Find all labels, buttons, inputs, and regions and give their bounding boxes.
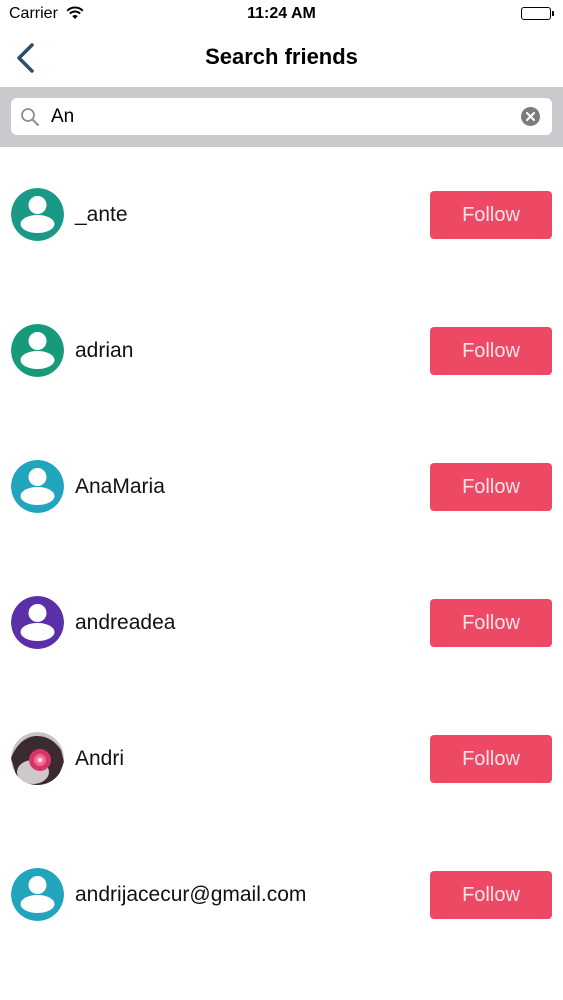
battery-icon	[521, 7, 554, 20]
avatar[interactable]	[11, 868, 64, 921]
page-title: Search friends	[205, 44, 358, 69]
user-silhouette-icon	[11, 324, 64, 377]
status-time: 11:24 AM	[247, 5, 316, 22]
list-item: _ante Follow	[0, 147, 563, 283]
clear-search-button[interactable]	[521, 107, 540, 126]
username: adrian	[75, 339, 134, 362]
results-list: _ante Follow adrian Follow AnaMaria Foll…	[0, 147, 563, 963]
list-item: andreadea Follow	[0, 555, 563, 691]
username: AnaMaria	[75, 475, 165, 498]
search-bar	[0, 87, 563, 147]
search-icon	[20, 107, 40, 132]
follow-button[interactable]: Follow	[430, 599, 552, 647]
list-item: andrijacecur@gmail.com Follow	[0, 827, 563, 963]
username: andrijacecur@gmail.com	[75, 883, 307, 906]
username: andreadea	[75, 611, 176, 634]
avatar[interactable]	[11, 732, 64, 785]
search-field[interactable]	[11, 98, 552, 135]
avatar[interactable]	[11, 188, 64, 241]
user-silhouette-icon	[11, 188, 64, 241]
username: Andri	[75, 747, 125, 770]
list-item: adrian Follow	[0, 283, 563, 419]
user-silhouette-icon	[11, 460, 64, 513]
user-silhouette-icon	[11, 868, 64, 921]
user-photo-icon	[11, 732, 64, 785]
avatar[interactable]	[11, 324, 64, 377]
clear-icon	[526, 112, 535, 121]
status-bar: Carrier 11:24 AM	[0, 0, 563, 30]
search-input[interactable]	[51, 98, 511, 135]
follow-button[interactable]: Follow	[430, 871, 552, 919]
navigation-bar: Search friends	[0, 30, 563, 86]
follow-button[interactable]: Follow	[430, 191, 552, 239]
follow-button[interactable]: Follow	[430, 735, 552, 783]
avatar[interactable]	[11, 460, 64, 513]
list-item: Andri Follow	[0, 691, 563, 827]
list-item: AnaMaria Follow	[0, 419, 563, 555]
follow-button[interactable]: Follow	[430, 463, 552, 511]
follow-button[interactable]: Follow	[430, 327, 552, 375]
avatar[interactable]	[11, 596, 64, 649]
user-silhouette-icon	[11, 596, 64, 649]
username: _ante	[75, 203, 128, 226]
